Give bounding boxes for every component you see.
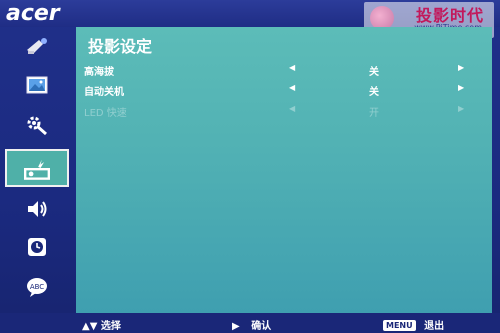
setting-label: 高海拔 [84, 67, 114, 78]
settings-gear-icon [27, 116, 47, 136]
arrow-left-icon[interactable]: ◀ [289, 83, 295, 92]
menu-key-icon: MENU [383, 320, 416, 331]
panel-title: 投影设定 [88, 37, 153, 56]
footer-exit-label: 退出 [424, 321, 445, 332]
settings-panel: 投影设定 高海拔 ◀ 关 ▶ 自动关机 ◀ 关 ▶ LED 快速 ◀ 开 ▶ [76, 27, 492, 313]
top-bar: acer 投影时代 www.PjTime.com [0, 0, 500, 38]
svg-text:ABC: ABC [30, 283, 44, 291]
arrow-right-icon[interactable]: ▶ [458, 83, 464, 92]
image-icon [26, 76, 48, 94]
setting-row-auto-shutdown[interactable]: 自动关机 ◀ 关 ▶ [76, 81, 492, 99]
setting-row-high-altitude[interactable]: 高海拔 ◀ 关 ▶ [76, 61, 492, 79]
color-adjust-icon [27, 38, 47, 54]
setting-label: 自动关机 [84, 87, 124, 98]
sidebar-item-image[interactable] [20, 71, 54, 99]
sidebar-item-color[interactable] [20, 33, 54, 61]
footer-confirm-hint: ▶ 确认 [232, 317, 271, 332]
footer-select-label: 选择 [100, 321, 121, 332]
setting-label: LED 快速 [84, 108, 127, 119]
sidebar-item-timer[interactable] [20, 233, 54, 261]
sidebar-item-audio[interactable] [20, 195, 54, 223]
sidebar-item-language[interactable]: ABC [20, 273, 54, 301]
sidebar: ABC [0, 27, 76, 313]
arrow-right-icon[interactable]: ▶ [458, 63, 464, 72]
sidebar-item-projection-settings[interactable] [5, 149, 69, 187]
setting-value: 开 [369, 108, 379, 119]
footer-confirm-label: 确认 [251, 321, 272, 332]
arrow-right-icon: ▶ [458, 104, 465, 113]
footer-exit-hint: MENU 退出 [383, 317, 444, 332]
acer-logo: acer [6, 1, 60, 26]
language-abc-icon: ABC [27, 278, 47, 297]
setting-row-led-quick: LED 快速 ◀ 开 ▶ [76, 102, 492, 120]
right-arrow-icon: ▶ [232, 321, 240, 332]
clock-icon [28, 238, 46, 256]
sidebar-item-settings[interactable] [20, 111, 54, 139]
footer-bar: ▲▼ 选择 ▶ 确认 MENU 退出 [0, 313, 500, 333]
setting-value: 关 [369, 67, 379, 78]
projector-setup-icon [24, 159, 50, 180]
up-down-arrows-icon: ▲▼ [82, 321, 98, 332]
speaker-icon [28, 201, 47, 217]
setting-value: 关 [369, 87, 379, 98]
osd-screen: acer 投影时代 www.PjTime.com [0, 0, 500, 333]
arrow-left-icon[interactable]: ◀ [289, 63, 295, 72]
arrow-left-icon: ◀ [289, 104, 296, 113]
footer-select-hint: ▲▼ 选择 [82, 317, 121, 332]
